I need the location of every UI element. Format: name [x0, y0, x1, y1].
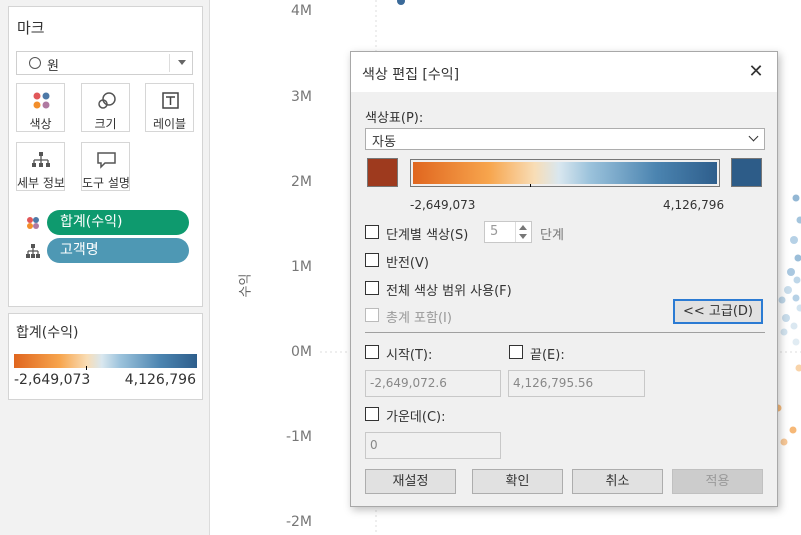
steps-unit-label: 단계	[540, 228, 564, 243]
chevron-down-icon	[748, 131, 759, 142]
detail-button-label: 세부 정보	[17, 176, 65, 190]
color-gradient-preview	[410, 159, 720, 187]
start-color-swatch[interactable]	[367, 158, 398, 187]
palette-label: 색상표(P):	[365, 111, 424, 126]
y-tick: 0M	[291, 344, 312, 360]
steps-stepper[interactable]: 5	[484, 221, 532, 243]
dialog-divider	[365, 332, 765, 333]
y-axis-label: 수익	[238, 273, 254, 298]
mark-type-dropdown[interactable]: 원	[16, 51, 193, 75]
dialog-titlebar: 색상 편집 [수익] ✕	[351, 52, 777, 92]
center-value-field[interactable]: 0	[365, 432, 501, 459]
gradient-zero-tick	[530, 184, 531, 187]
chevron-down-icon	[178, 60, 186, 65]
color-legend-card: 합계(수익) -2,649,073 4,126,796	[8, 313, 203, 400]
stepper-buttons	[515, 222, 531, 242]
include-totals-label: 총계 포함(I)	[386, 311, 452, 326]
size-button[interactable]: 크기	[81, 83, 130, 132]
start-label: 시작(T):	[386, 348, 433, 363]
stepper-up-icon[interactable]	[519, 225, 527, 230]
speech-bubble-icon	[97, 152, 116, 169]
circle-icon	[29, 57, 41, 69]
end-value-field[interactable]: 4,126,795.56	[508, 370, 645, 397]
stepped-color-checkbox[interactable]	[365, 225, 379, 239]
tooltip-button-label: 도구 설명	[82, 176, 130, 190]
dropdown-divider	[169, 54, 170, 72]
dialog-title: 색상 편집 [수익]	[362, 67, 460, 83]
legend-zero-tick	[86, 366, 87, 370]
y-tick: 3M	[291, 89, 312, 105]
y-tick: 4M	[291, 3, 312, 19]
include-totals-checkbox[interactable]	[365, 308, 379, 322]
label-button-label: 레이블	[152, 117, 187, 131]
y-tick: -2M	[285, 514, 312, 530]
left-panel: 마크 원 색상 크기 레이블 세부 정보 도구 설명 합계(수익) 고객명 합계…	[0, 0, 210, 535]
y-tick: 2M	[291, 174, 312, 190]
size-button-label: 크기	[94, 117, 117, 131]
pill-sum-profit[interactable]: 합계(수익)	[47, 210, 189, 235]
color-button[interactable]: 색상	[16, 83, 65, 132]
text-label-icon	[162, 92, 179, 109]
size-icon	[98, 92, 116, 109]
mark-type-label: 원	[47, 59, 59, 74]
hierarchy-icon	[32, 152, 50, 167]
full-range-label: 전체 색상 범위 사용(F)	[386, 284, 512, 299]
edit-colors-dialog: 색상 편집 [수익] ✕ 색상표(P): 자동 -2,649,073 4,126…	[350, 51, 778, 507]
reverse-label: 반전(V)	[386, 256, 429, 271]
end-label: 끝(E):	[530, 348, 565, 363]
reset-button[interactable]: 재설정	[365, 469, 456, 494]
steps-value: 5	[490, 224, 499, 239]
y-tick: 1M	[291, 259, 312, 275]
close-icon[interactable]: ✕	[744, 60, 768, 84]
y-tick: -1M	[285, 429, 312, 445]
marks-card: 마크 원 색상 크기 레이블 세부 정보 도구 설명 합계(수익) 고객명	[8, 6, 203, 307]
ok-button[interactable]: 확인	[472, 469, 563, 494]
pill-customer-name[interactable]: 고객명	[47, 238, 189, 263]
legend-gradient-bar	[14, 354, 197, 368]
cancel-button[interactable]: 취소	[572, 469, 663, 494]
tooltip-button[interactable]: 도구 설명	[81, 142, 130, 191]
full-range-checkbox[interactable]	[365, 281, 379, 295]
reverse-checkbox[interactable]	[365, 253, 379, 267]
label-button[interactable]: 레이블	[145, 83, 194, 132]
color-dots-icon	[33, 92, 50, 109]
legend-min-label: -2,649,073	[14, 372, 91, 388]
legend-max-label: 4,126,796	[124, 372, 196, 388]
end-color-swatch[interactable]	[731, 158, 762, 187]
gradient-fill	[413, 162, 717, 184]
scatter-points-edge	[776, 194, 801, 446]
advanced-button[interactable]: << 고급(D)	[673, 299, 763, 324]
detail-field-icon	[26, 244, 40, 258]
apply-button[interactable]: 적용	[672, 469, 763, 494]
center-checkbox[interactable]	[365, 407, 379, 421]
data-point[interactable]	[397, 0, 405, 5]
start-checkbox[interactable]	[365, 345, 379, 359]
range-min-label: -2,649,073	[410, 198, 476, 212]
stepper-down-icon[interactable]	[519, 234, 527, 239]
center-label: 가운데(C):	[386, 410, 446, 425]
end-checkbox[interactable]	[509, 345, 523, 359]
detail-button[interactable]: 세부 정보	[16, 142, 65, 191]
color-field-icon	[27, 217, 39, 229]
start-value-field[interactable]: -2,649,072.6	[365, 370, 501, 397]
stepped-color-label: 단계별 색상(S)	[386, 228, 469, 243]
color-button-label: 색상	[29, 117, 52, 131]
palette-value: 자동	[372, 135, 396, 150]
range-max-label: 4,126,796	[663, 198, 725, 212]
palette-select[interactable]: 자동	[365, 128, 765, 150]
marks-title: 마크	[17, 19, 45, 37]
legend-title: 합계(수익)	[16, 325, 79, 341]
